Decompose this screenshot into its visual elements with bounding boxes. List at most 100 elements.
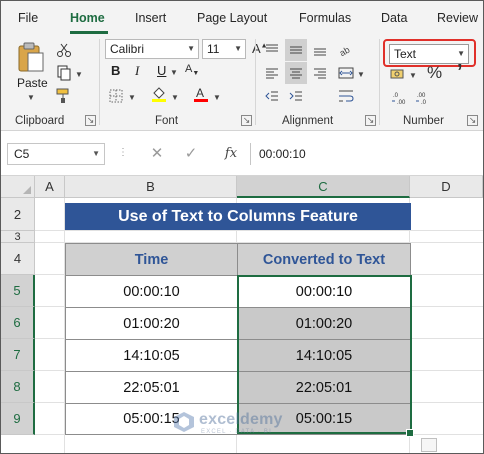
tab-page-layout[interactable]: Page Layout: [197, 11, 267, 25]
spreadsheet-grid: A B C D 2 3 4 5 6 7 8 9 Use of Text to C…: [1, 176, 483, 453]
wrap-text-button[interactable]: [335, 85, 357, 107]
align-left-button[interactable]: [261, 62, 283, 84]
tab-file[interactable]: File: [18, 11, 38, 25]
copy-dropdown-icon[interactable]: ▼: [75, 70, 83, 79]
tab-insert[interactable]: Insert: [135, 11, 166, 25]
name-box-value: C5: [14, 147, 30, 161]
align-middle-button[interactable]: [285, 39, 307, 61]
accounting-dropdown-icon[interactable]: ▼: [409, 71, 417, 80]
group-divider: [99, 39, 100, 125]
chevron-down-icon: ▼: [187, 44, 195, 53]
merge-center-button[interactable]: [335, 62, 357, 84]
row-header-2[interactable]: 2: [1, 198, 35, 231]
table-cell-text[interactable]: 00:00:10: [237, 275, 411, 308]
confirm-entry-button[interactable]: ✓: [180, 143, 202, 165]
cancel-entry-button[interactable]: ✕: [146, 143, 168, 165]
paste-button[interactable]: Paste ▼: [11, 39, 51, 105]
alignment-dialog-launcher-icon[interactable]: ↘: [365, 115, 376, 126]
sheet-title-cell[interactable]: Use of Text to Columns Feature: [65, 203, 411, 230]
table-cell-time[interactable]: 14:10:05: [65, 339, 238, 372]
decrease-decimal-button[interactable]: .00.0: [413, 87, 435, 109]
borders-dropdown-icon[interactable]: ▼: [128, 93, 136, 102]
select-all-button[interactable]: [1, 176, 35, 198]
svg-text:ab: ab: [338, 45, 351, 57]
comma-style-button[interactable]: ’: [457, 61, 463, 84]
font-family-select[interactable]: Calibri ▼: [105, 39, 199, 59]
table-cell-time[interactable]: 01:00:20: [65, 307, 238, 340]
font-color-icon: A: [194, 86, 208, 102]
font-size-select[interactable]: 11 ▼: [202, 39, 246, 59]
borders-button[interactable]: [105, 85, 127, 107]
italic-button[interactable]: I: [135, 63, 139, 79]
percent-style-button[interactable]: %: [427, 63, 442, 83]
cut-button[interactable]: [53, 39, 75, 61]
row-header-8[interactable]: 8: [1, 371, 35, 403]
column-header-d[interactable]: D: [410, 176, 483, 198]
paste-dropdown-icon[interactable]: ▼: [27, 93, 35, 102]
clipboard-dialog-launcher-icon[interactable]: ↘: [85, 115, 96, 126]
decrease-font-size-button[interactable]: A▼: [185, 63, 199, 77]
table-cell-text[interactable]: 22:05:01: [237, 371, 411, 404]
row-header-5[interactable]: 5: [1, 275, 35, 307]
align-right-button[interactable]: [309, 62, 331, 84]
table-cell-time[interactable]: 22:05:01: [65, 371, 238, 404]
watermark-tagline: EXCEL · DATA · BI: [201, 429, 272, 435]
row-header-9[interactable]: 9: [1, 403, 35, 435]
align-bottom-button[interactable]: [309, 39, 331, 61]
bold-button[interactable]: B: [111, 63, 120, 78]
row-header-6[interactable]: 6: [1, 307, 35, 339]
fill-color-dropdown-icon[interactable]: ▼: [171, 93, 179, 102]
font-color-dropdown-icon[interactable]: ▼: [213, 93, 221, 102]
format-painter-button[interactable]: [53, 85, 75, 107]
table-cell-time[interactable]: 00:00:10: [65, 275, 238, 308]
row-header-3[interactable]: 3: [1, 231, 35, 243]
table-cell-text[interactable]: 01:00:20: [237, 307, 411, 340]
column-header-a[interactable]: A: [35, 176, 65, 198]
decrease-indent-button[interactable]: [261, 85, 283, 107]
table-header-converted[interactable]: Converted to Text: [237, 243, 411, 276]
fill-color-swatch: [152, 99, 166, 102]
font-color-button[interactable]: A: [190, 83, 212, 105]
number-dialog-launcher-icon[interactable]: ↘: [467, 115, 478, 126]
increase-decimal-button[interactable]: .0.00: [389, 87, 411, 109]
svg-text:A: A: [196, 86, 204, 100]
formula-input[interactable]: 00:00:10: [250, 143, 478, 165]
align-top-button[interactable]: [261, 39, 283, 61]
tab-home[interactable]: Home: [70, 11, 105, 25]
row-header-4[interactable]: 4: [1, 243, 35, 275]
text-orientation-icon: ab: [338, 45, 351, 57]
underline-dropdown-icon[interactable]: ▼: [170, 68, 178, 77]
name-box[interactable]: C5 ▼: [7, 143, 105, 165]
paste-label: Paste: [17, 76, 48, 90]
orientation-button[interactable]: ab: [335, 39, 357, 61]
increase-indent-button[interactable]: [285, 85, 307, 107]
column-header-c[interactable]: C: [237, 176, 410, 198]
svg-text:.00: .00: [397, 100, 406, 105]
active-tab-indicator: [70, 31, 108, 34]
underline-button[interactable]: U: [157, 63, 166, 78]
align-center-button[interactable]: [285, 62, 307, 84]
align-top-icon: [266, 44, 278, 52]
font-dialog-launcher-icon[interactable]: ↘: [241, 115, 252, 126]
table-header-time[interactable]: Time: [65, 243, 238, 276]
fill-color-button[interactable]: [148, 83, 170, 105]
group-divider: [379, 39, 380, 125]
row-header-7[interactable]: 7: [1, 339, 35, 371]
insert-function-button[interactable]: fx: [220, 143, 242, 165]
tab-formulas[interactable]: Formulas: [299, 11, 351, 25]
font-size-value: 11: [207, 42, 220, 56]
column-header-b[interactable]: B: [65, 176, 237, 198]
formula-buttons: ✕ ✓ fx: [138, 143, 248, 165]
accounting-format-button[interactable]: [387, 63, 409, 85]
align-right-icon: [314, 68, 326, 79]
formula-bar-grip-icon[interactable]: ⋮: [118, 147, 128, 158]
quick-analysis-icon[interactable]: [421, 438, 437, 452]
merge-dropdown-icon[interactable]: ▼: [357, 70, 365, 79]
scissors-icon: [57, 43, 71, 57]
table-cell-text[interactable]: 14:10:05: [237, 339, 411, 372]
copy-button[interactable]: [53, 62, 75, 84]
tab-review[interactable]: Review: [437, 11, 478, 25]
fill-handle[interactable]: [406, 429, 414, 437]
svg-text:.0: .0: [421, 100, 427, 105]
tab-data[interactable]: Data: [381, 11, 407, 25]
